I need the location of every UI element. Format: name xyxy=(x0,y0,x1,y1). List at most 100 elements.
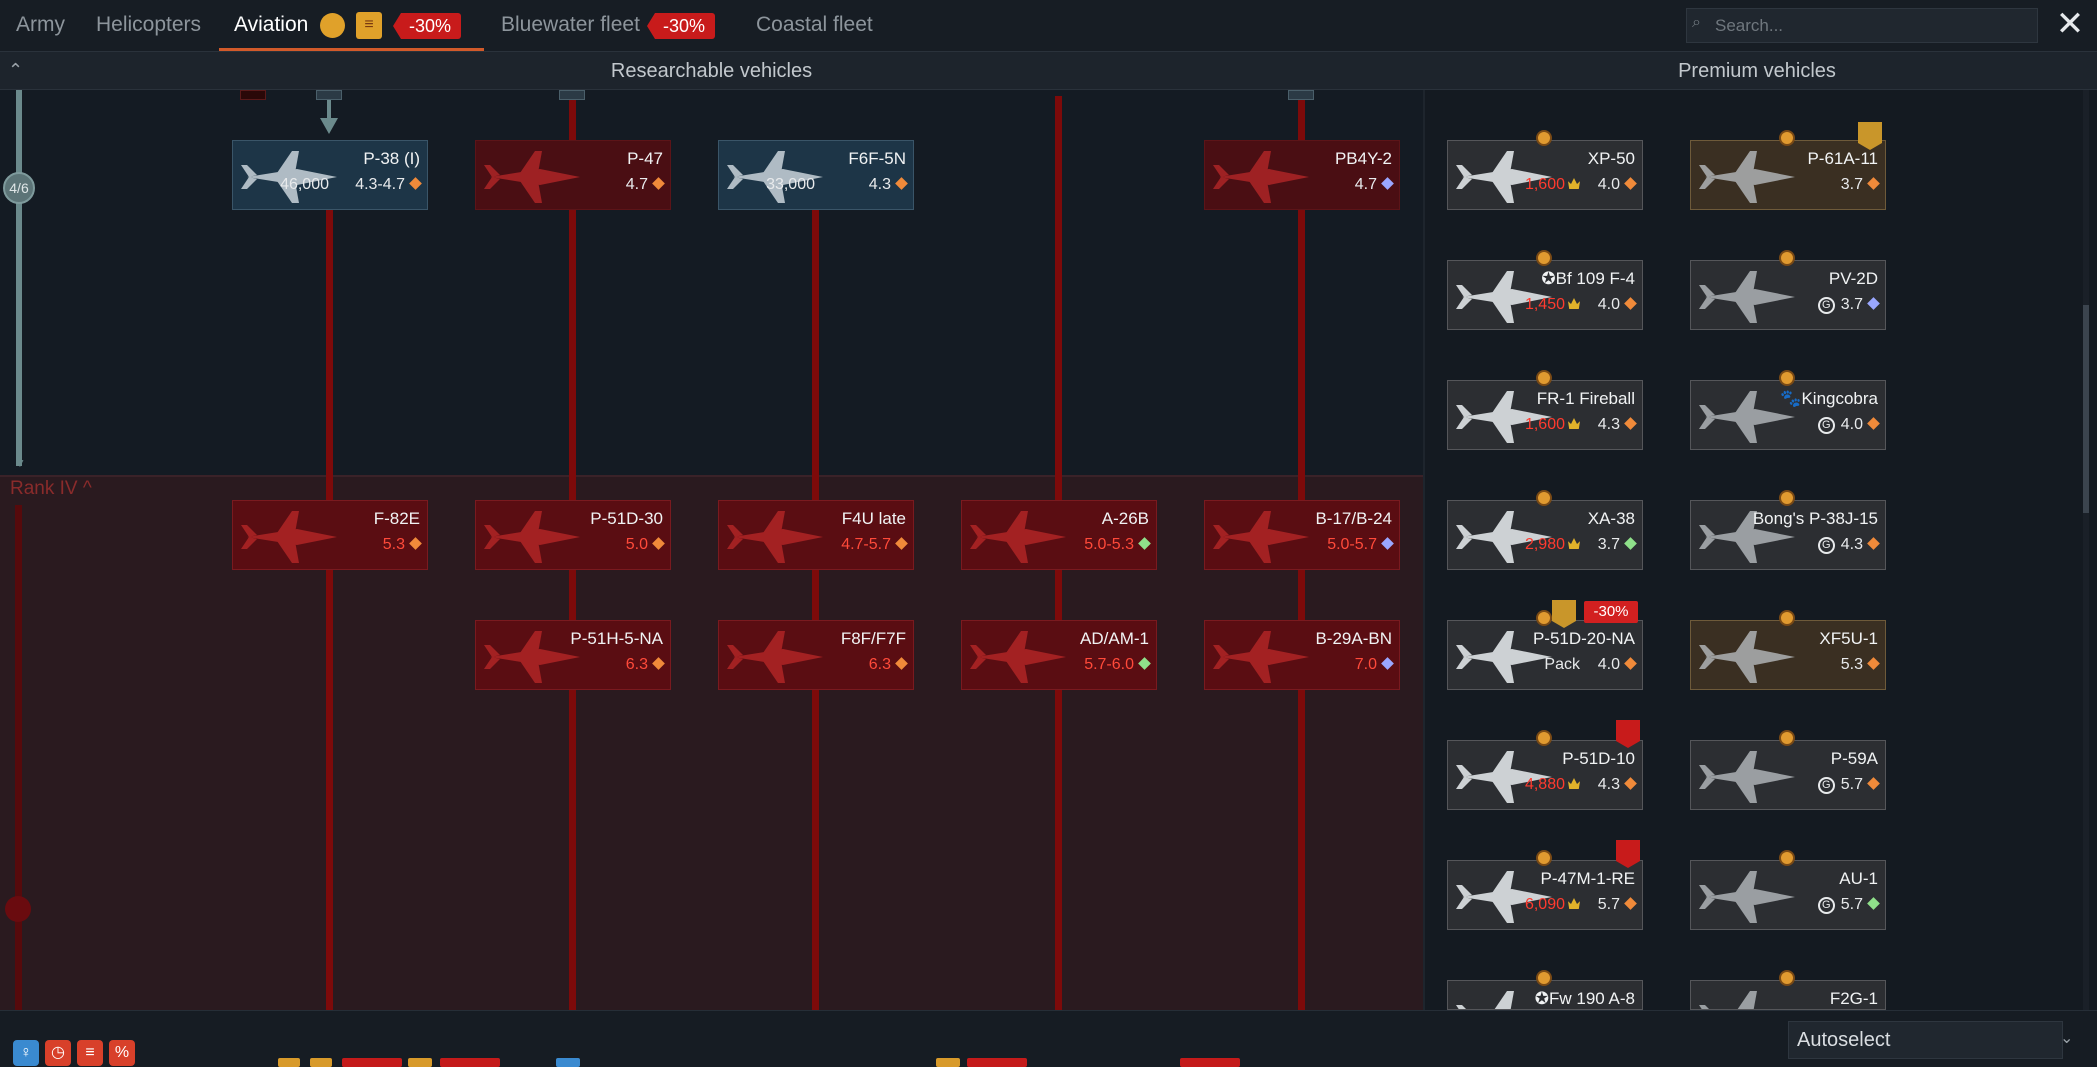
list-icon[interactable]: ≡ xyxy=(356,12,382,39)
br-diamond-icon xyxy=(652,657,665,670)
battle-rating-value: 5.7 xyxy=(1840,896,1863,913)
tree-line xyxy=(812,210,819,1010)
premium-vehicle-card[interactable]: AU-1 G 5.7 xyxy=(1690,860,1886,930)
vehicle-name: P-51D-30 xyxy=(590,509,663,528)
premium-marker-icon xyxy=(1536,370,1552,386)
battle-rating: 5.0-5.3 xyxy=(1084,536,1151,554)
premium-vehicle-card[interactable]: XA-38 2,980 3.7 xyxy=(1447,500,1643,570)
clock-filter-icon[interactable]: ◷ xyxy=(45,1040,71,1066)
battle-rating-value: 3.7 xyxy=(1840,176,1863,193)
premium-marker-icon xyxy=(1779,850,1795,866)
tab-army[interactable]: Army xyxy=(16,0,65,52)
battle-rating: G 4.3 xyxy=(1817,536,1880,554)
premium-vehicle-card[interactable]: P-61A-11 3.7 xyxy=(1690,140,1886,210)
premium-cost-value: 1,600 xyxy=(1524,176,1565,193)
tab-aviation[interactable]: Aviation xyxy=(234,0,308,52)
aircraft-icon xyxy=(1213,511,1309,563)
autoselect-dropdown[interactable]: Autoselect xyxy=(1788,1021,2063,1059)
battle-rating: 3.7 xyxy=(1840,176,1880,194)
scrollbar-thumb[interactable] xyxy=(2083,305,2089,513)
premium-vehicle-card[interactable]: Bong's P-38J-15 G 4.3 xyxy=(1690,500,1886,570)
scrollbar-track[interactable] xyxy=(2083,90,2089,1010)
vehicle-name: Bong's P-38J-15 xyxy=(1752,509,1878,528)
rank-4-label[interactable]: Rank IV ^ xyxy=(10,478,92,500)
battle-rating-value: 5.3 xyxy=(1840,656,1863,673)
premium-vehicle-card[interactable]: PV-2D G 3.7 xyxy=(1690,260,1886,330)
vehicle-card[interactable]: F-82E 5.3 xyxy=(232,500,428,570)
battle-rating-value: 5.0 xyxy=(625,536,648,553)
premium-vehicle-card[interactable]: XF5U-1 5.3 xyxy=(1690,620,1886,690)
battle-rating: 5.7-6.0 xyxy=(1084,656,1151,674)
premium-vehicle-card[interactable]: 🐾Kingcobra G 4.0 xyxy=(1690,380,1886,450)
tab-helicopters[interactable]: Helicopters xyxy=(96,0,201,52)
battle-rating: 4.7-5.7 xyxy=(841,536,908,554)
br-diamond-icon xyxy=(409,177,422,190)
br-diamond-icon xyxy=(895,657,908,670)
battle-rating-value: 4.7 xyxy=(625,176,648,193)
premium-marker-icon xyxy=(1779,970,1795,986)
vehicle-card[interactable]: P-47 4.7 xyxy=(475,140,671,210)
premium-cost-value: Pack xyxy=(1544,656,1580,673)
vehicle-card[interactable]: A-26B 5.0-5.3 xyxy=(961,500,1157,570)
mini-marker-icon xyxy=(936,1058,960,1067)
aviation-discount-badge[interactable]: -30% xyxy=(393,13,462,39)
br-diamond-icon xyxy=(1867,297,1880,310)
battle-rating: 4.3 xyxy=(1598,416,1637,434)
lightbulb-icon[interactable]: ♀ xyxy=(13,1040,39,1066)
battle-rating-value: 4.7-5.7 xyxy=(841,536,891,553)
clock-icon[interactable] xyxy=(320,13,345,38)
battle-rating-value: 5.7 xyxy=(1597,896,1620,913)
tab-coastal-fleet[interactable]: Coastal fleet xyxy=(756,0,873,52)
br-diamond-icon xyxy=(1624,177,1637,190)
vehicle-name: F-82E xyxy=(373,509,420,528)
golden-eagle-icon xyxy=(1568,538,1580,549)
battle-rating-value: 5.0-5.7 xyxy=(1327,536,1377,553)
chevron-down-icon[interactable]: ⌄ xyxy=(2060,1024,2080,1054)
premium-vehicle-card[interactable]: XP-50 1,600 4.0 xyxy=(1447,140,1643,210)
vehicle-card[interactable]: B-17/B-24 5.0-5.7 xyxy=(1204,500,1400,570)
br-diamond-icon xyxy=(1867,417,1880,430)
premium-vehicle-card[interactable]: ✪Bf 109 F-4 1,450 4.0 xyxy=(1447,260,1643,330)
vehicle-card[interactable]: B-29A-BN 7.0 xyxy=(1204,620,1400,690)
list-filter-icon[interactable]: ≡ xyxy=(77,1040,103,1066)
vehicle-card[interactable]: F6F-5N 33,000 4.3 xyxy=(718,140,914,210)
bluewater-discount-badge[interactable]: -30% xyxy=(647,13,716,39)
vehicle-card[interactable]: F8F/F7F 6.3 xyxy=(718,620,914,690)
vehicle-card[interactable]: F4U late 4.7-5.7 xyxy=(718,500,914,570)
battle-rating: 6.3 xyxy=(869,656,908,674)
vehicle-card[interactable]: PB4Y-2 4.7 xyxy=(1204,140,1400,210)
discount-filter-icon[interactable]: % xyxy=(109,1040,135,1066)
premium-vehicle-card[interactable]: P-59A G 5.7 xyxy=(1690,740,1886,810)
rank-progress-bar xyxy=(16,90,22,466)
researchable-vehicles-title: Researchable vehicles xyxy=(610,60,813,82)
research-cost: 33,000 xyxy=(766,176,815,193)
battle-rating-value: 4.0 xyxy=(1597,656,1620,673)
vehicle-name: B-17/B-24 xyxy=(1315,509,1392,528)
battle-rating: 4.3 xyxy=(1598,776,1637,794)
tab-bluewater-fleet[interactable]: Bluewater fleet xyxy=(501,0,640,52)
aircraft-icon xyxy=(970,631,1066,683)
vehicle-card[interactable]: P-38 (I) 46,000 4.3-4.7 xyxy=(232,140,428,210)
vehicle-card[interactable]: P-51H-5-NA 6.3 xyxy=(475,620,671,690)
vehicle-name: P-51D-10 xyxy=(1562,749,1635,768)
premium-marker-icon xyxy=(1779,490,1795,506)
premium-vehicle-card[interactable]: P-51D-20-NA Pack 4.0 xyxy=(1447,620,1643,690)
aircraft-icon xyxy=(1699,151,1795,203)
mini-marker-icon xyxy=(310,1058,332,1067)
battle-rating: 5.7 xyxy=(1597,896,1637,914)
vehicle-name: P-38 (I) xyxy=(363,149,420,168)
premium-vehicle-card[interactable]: FR-1 Fireball 1,600 4.3 xyxy=(1447,380,1643,450)
premium-vehicle-card[interactable]: P-51D-10 4,880 4.3 xyxy=(1447,740,1643,810)
premium-cost: 6,090 xyxy=(1525,896,1580,914)
vehicle-card[interactable]: AD/AM-1 5.7-6.0 xyxy=(961,620,1157,690)
search-input[interactable]: Search... xyxy=(1686,8,2038,43)
close-icon[interactable]: ✕ xyxy=(2054,7,2086,41)
vehicle-card[interactable]: P-51D-30 5.0 xyxy=(475,500,671,570)
gold-icon: G xyxy=(1817,297,1835,314)
tree-connector xyxy=(316,90,342,100)
premium-vehicle-card[interactable]: P-47M-1-RE 6,090 5.7 xyxy=(1447,860,1643,930)
battle-rating: 6.3 xyxy=(626,656,665,674)
vehicle-name: 🐾Kingcobra xyxy=(1780,389,1878,408)
premium-marker-icon xyxy=(1536,490,1552,506)
vehicle-name: P-51D-20-NA xyxy=(1532,629,1635,648)
